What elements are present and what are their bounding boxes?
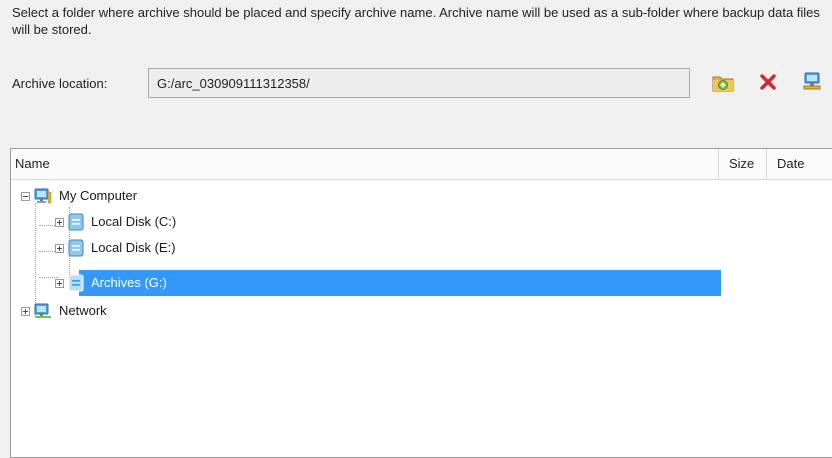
folder-tree-panel: Name Size Date My Computer Local Disk (C… <box>10 148 832 458</box>
column-header: Name Size Date <box>11 149 832 180</box>
column-date-header[interactable]: Date <box>767 149 832 179</box>
computer-icon <box>34 188 52 204</box>
expand-toggle[interactable] <box>55 217 64 227</box>
tree-item-my-computer[interactable]: My Computer <box>21 184 140 208</box>
tree-item-label: Local Disk (E:) <box>91 240 176 255</box>
network-button[interactable] <box>798 68 828 98</box>
drive-icon <box>68 239 84 257</box>
network-icon <box>802 71 824 96</box>
tree-item-label: My Computer <box>59 188 138 203</box>
tree-item-label: Network <box>59 303 107 318</box>
archive-location-label: Archive location: <box>12 76 108 91</box>
expand-toggle[interactable] <box>55 243 64 253</box>
selection-highlight <box>79 270 721 296</box>
collapse-toggle[interactable] <box>21 191 30 201</box>
expand-toggle[interactable] <box>21 306 30 316</box>
archive-location-input[interactable] <box>148 68 690 98</box>
tree-item-label: Archives (G:) <box>91 275 167 290</box>
column-size-header[interactable]: Size <box>719 149 767 179</box>
tree-item-label: Local Disk (C:) <box>91 214 177 229</box>
tree-item-disk-c[interactable]: Local Disk (C:) <box>55 210 179 234</box>
expand-toggle[interactable] <box>55 278 64 288</box>
instructions-text: Select a folder where archive should be … <box>12 5 820 37</box>
network-icon <box>34 303 52 319</box>
column-name-header[interactable]: Name <box>11 149 719 179</box>
tree-item-disk-e[interactable]: Local Disk (E:) <box>55 236 179 260</box>
new-folder-icon <box>712 72 734 95</box>
drive-icon <box>68 213 84 231</box>
delete-icon <box>758 72 778 95</box>
tree-item-network[interactable]: Network <box>21 299 110 323</box>
new-folder-button[interactable] <box>708 68 738 98</box>
drive-icon <box>68 274 84 292</box>
delete-button[interactable] <box>753 68 783 98</box>
tree-item-archives-g[interactable]: Archives (G:) <box>55 271 170 295</box>
